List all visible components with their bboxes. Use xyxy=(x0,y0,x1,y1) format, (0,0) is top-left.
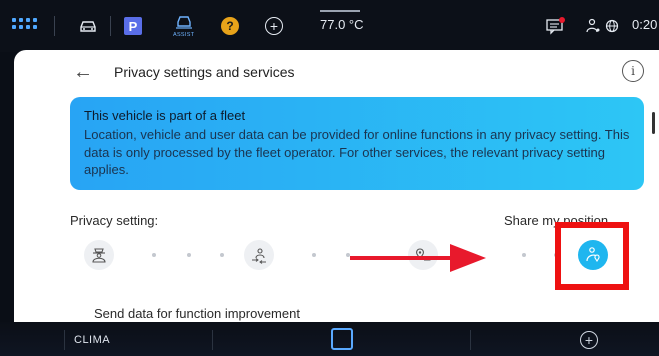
screen: P ASSIST ? + 77.0 °C 0:20 ← Privacy sett… xyxy=(0,0,659,356)
bottom-divider xyxy=(64,330,65,350)
slider-step xyxy=(152,253,156,257)
status-divider xyxy=(110,16,111,36)
scrollbar[interactable] xyxy=(652,112,655,134)
slider-step xyxy=(522,253,526,257)
bottom-divider xyxy=(212,330,213,350)
privacy-level-maximum[interactable] xyxy=(84,240,114,270)
assist-label: ASSIST xyxy=(173,32,195,38)
highlight-box xyxy=(555,222,629,290)
plus-circle-icon: + xyxy=(265,17,283,35)
temperature-readout: 77.0 °C xyxy=(320,17,364,32)
slider-step xyxy=(187,253,191,257)
status-bar: P ASSIST ? + 77.0 °C 0:20 xyxy=(0,0,659,52)
bottom-bar: CLIMA + xyxy=(0,322,659,356)
add-widget-button[interactable]: + xyxy=(264,12,284,40)
car-icon[interactable] xyxy=(75,12,101,40)
clima-button[interactable]: CLIMA xyxy=(74,334,110,346)
fleet-notice: This vehicle is part of a fleet Location… xyxy=(70,97,644,190)
help-icon: ? xyxy=(221,17,239,35)
slider-step xyxy=(220,253,224,257)
pointer-arrow xyxy=(350,244,486,272)
share-usage-icon xyxy=(252,248,266,264)
temperature-bar xyxy=(320,10,360,12)
fleet-notice-body: Location, vehicle and user data can be p… xyxy=(84,127,630,177)
info-button[interactable]: i xyxy=(622,60,644,82)
send-data-label[interactable]: Send data for function improvement xyxy=(94,306,300,321)
privacy-level-share-usage[interactable] xyxy=(244,240,274,270)
globe-icon[interactable] xyxy=(604,12,620,40)
slider-step xyxy=(312,253,316,257)
add-shortcut-button[interactable]: + xyxy=(580,331,598,349)
back-arrow-icon: ← xyxy=(73,60,93,83)
fleet-notice-title: This vehicle is part of a fleet xyxy=(84,108,246,123)
help-button[interactable]: ? xyxy=(220,12,240,40)
bottom-divider xyxy=(470,330,471,350)
clock: 0:20 xyxy=(632,17,658,32)
page-title: Privacy settings and services xyxy=(114,64,295,80)
user-location-icon[interactable] xyxy=(584,12,602,40)
info-icon: i xyxy=(631,64,635,78)
privacy-setting-label: Privacy setting: xyxy=(70,213,159,228)
apps-grid-icon[interactable] xyxy=(12,18,37,29)
home-button[interactable] xyxy=(331,328,353,350)
status-divider xyxy=(54,16,55,36)
parking-icon: P xyxy=(124,17,142,35)
back-button[interactable]: ← xyxy=(66,58,100,86)
messages-icon[interactable] xyxy=(544,12,566,40)
parking-button[interactable]: P xyxy=(123,12,143,40)
plus-icon: + xyxy=(584,332,594,348)
maximum-privacy-icon xyxy=(92,248,106,263)
